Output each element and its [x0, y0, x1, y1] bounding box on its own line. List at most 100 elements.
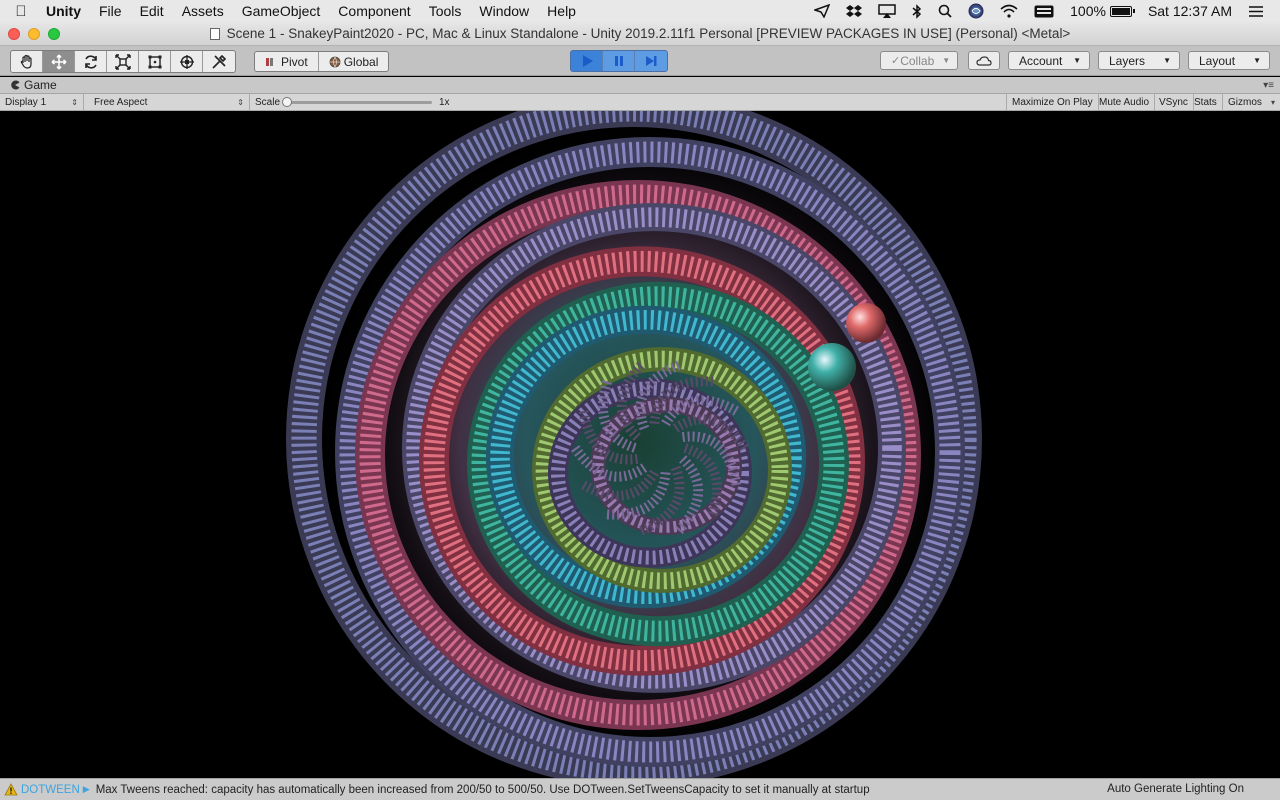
collab-label: Collab	[900, 53, 935, 68]
play-button[interactable]	[571, 51, 603, 71]
battery-icon	[1109, 5, 1135, 17]
menu-edit[interactable]: Edit	[131, 3, 173, 19]
updown-icon: ⇕	[71, 97, 78, 107]
pivot-icon	[266, 57, 273, 66]
status-message[interactable]: Max Tweens reached: capacity has automat…	[96, 784, 870, 796]
tab-game[interactable]: Game	[0, 78, 57, 92]
menu-window[interactable]: Window	[470, 3, 538, 19]
battery-indicator[interactable]: 100%	[1062, 3, 1140, 19]
stats-label: Stats	[1194, 96, 1217, 108]
layers-label: Layers	[1109, 53, 1146, 68]
scale-label: Scale	[255, 96, 281, 108]
battery-fill	[1111, 7, 1130, 15]
custom-tool-icon[interactable]	[203, 51, 235, 72]
maximize-on-play-label: Maximize On Play	[1012, 96, 1093, 108]
chevron-down-icon: ▾	[1270, 97, 1275, 107]
menu-help[interactable]: Help	[538, 3, 585, 19]
layout-dropdown[interactable]: Layout ▼	[1188, 51, 1270, 70]
gizmos-label: Gizmos	[1228, 96, 1262, 108]
pacman-icon	[11, 80, 20, 90]
chevron-down-icon: ▼	[1073, 56, 1081, 65]
transform-tools	[10, 50, 236, 73]
account-dropdown[interactable]: Account ▼	[1008, 51, 1090, 70]
pause-button[interactable]	[603, 51, 635, 71]
transform-tool-icon[interactable]	[171, 51, 203, 72]
chevron-down-icon: ▼	[1253, 56, 1261, 65]
layers-dropdown[interactable]: Layers ▼	[1098, 51, 1180, 70]
maximize-on-play-toggle[interactable]: Maximize On Play	[1006, 94, 1099, 110]
pivot-global-group: Pivot Global	[254, 51, 390, 72]
step-button[interactable]	[635, 51, 667, 71]
aspect-label: Free Aspect	[94, 96, 148, 108]
paper-plane-icon[interactable]	[806, 0, 838, 22]
updown-icon: ⇕	[237, 97, 244, 107]
aspect-select[interactable]: Free Aspect ⇕	[89, 94, 250, 110]
vsync-label: VSync	[1159, 96, 1188, 108]
snake-head-teal	[808, 343, 856, 391]
pivot-label: Pivot	[281, 54, 308, 69]
pause-icon	[614, 56, 623, 66]
scale-slider-handle[interactable]	[282, 97, 292, 107]
move-tool-icon[interactable]	[43, 51, 75, 72]
close-window-button[interactable]	[8, 28, 20, 40]
display-label: Display 1	[5, 96, 47, 108]
spotlight-icon[interactable]	[930, 0, 960, 22]
play-icon	[582, 55, 593, 67]
warning-icon	[4, 783, 18, 796]
wifi-icon[interactable]	[992, 0, 1026, 22]
battery-percent: 100%	[1070, 3, 1106, 19]
status-tag: DOTWEEN	[21, 783, 80, 796]
auto-generate-lighting-status: Auto Generate Lighting On	[1107, 783, 1244, 795]
chevron-down-icon: ▼	[942, 56, 951, 65]
hand-tool-icon[interactable]	[11, 51, 43, 72]
scale-value-box: 1x	[434, 94, 455, 110]
menu-gameobject[interactable]: GameObject	[233, 3, 330, 19]
gizmos-dropdown[interactable]: Gizmos ▾	[1223, 94, 1280, 110]
menu-unity[interactable]: Unity	[42, 3, 90, 19]
dropbox-icon[interactable]	[838, 0, 870, 22]
menu-tools[interactable]: Tools	[420, 3, 471, 19]
game-render	[286, 111, 982, 778]
siri-icon[interactable]	[960, 0, 992, 22]
playmode-controls	[570, 50, 668, 72]
global-label: Global	[343, 54, 379, 69]
pivot-button[interactable]: Pivot	[255, 52, 319, 71]
rotate-tool-icon[interactable]	[75, 51, 107, 72]
control-center-icon[interactable]	[1240, 0, 1272, 22]
menu-clock[interactable]: Sat 12:37 AM	[1140, 3, 1240, 19]
airplay-icon[interactable]	[870, 0, 904, 22]
minimize-window-button[interactable]	[28, 28, 40, 40]
bluetooth-icon[interactable]	[904, 0, 930, 22]
mute-audio-label: Mute Audio	[1099, 96, 1150, 108]
keyboard-icon[interactable]	[1026, 0, 1062, 22]
cloud-button[interactable]	[968, 51, 1000, 70]
layout-label: Layout	[1199, 53, 1236, 68]
mac-menu-bar:  Unity File Edit Assets GameObject Comp…	[0, 0, 1280, 22]
scale-tool-icon[interactable]	[107, 51, 139, 72]
global-button[interactable]: Global	[319, 52, 389, 71]
menu-assets[interactable]: Assets	[173, 3, 233, 19]
menu-component[interactable]: Component	[329, 3, 419, 19]
tab-game-label: Game	[24, 78, 57, 92]
mute-audio-toggle[interactable]: Mute Audio	[1094, 94, 1156, 110]
window-title: Scene 1 - SnakeyPaint2020 - PC, Mac & Li…	[226, 26, 1071, 41]
collab-dropdown[interactable]: ✓ Collab ▼	[880, 51, 958, 70]
apple-menu-icon[interactable]: 	[0, 3, 42, 20]
document-icon	[209, 27, 220, 40]
maximize-window-button[interactable]	[48, 28, 60, 40]
menu-file[interactable]: File	[90, 3, 131, 19]
scale-slider-track[interactable]	[284, 101, 432, 104]
status-bar: DOTWEEN ▶ Max Tweens reached: capacity h…	[0, 778, 1280, 800]
globe-icon	[329, 56, 341, 68]
play-arrow-icon: ▶	[82, 784, 90, 794]
tab-menu-icon[interactable]: ▾≡	[1263, 80, 1274, 91]
game-view[interactable]	[0, 111, 1280, 778]
chevron-down-icon: ▼	[1163, 56, 1171, 65]
vsync-toggle[interactable]: VSync	[1154, 94, 1194, 110]
window-controls	[8, 28, 60, 40]
scale-value: 1x	[439, 96, 450, 108]
rect-tool-icon[interactable]	[139, 51, 171, 72]
collab-check-icon: ✓	[891, 55, 901, 67]
stats-toggle[interactable]: Stats	[1189, 94, 1223, 110]
display-select[interactable]: Display 1 ⇕	[0, 94, 84, 110]
